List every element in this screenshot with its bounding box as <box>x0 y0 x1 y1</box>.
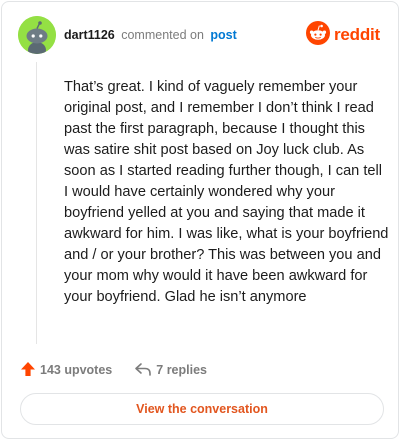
comment-actions: 143 upvotes 7 replies <box>20 360 207 380</box>
comment-text: That’s great. I kind of vaguely remember… <box>64 79 389 305</box>
thread-line <box>36 62 37 344</box>
comment-header: dart1126 commented on post reddit <box>18 16 384 56</box>
upvote-count: 143 upvotes <box>40 363 113 377</box>
replies-button[interactable]: 7 replies <box>134 361 207 380</box>
upvote-button[interactable]: 143 upvotes <box>20 361 112 380</box>
snoo-avatar-icon[interactable] <box>18 16 56 54</box>
reply-arrow-icon <box>134 361 156 380</box>
username-link[interactable]: dart1126 <box>64 28 115 42</box>
byline-action-text: commented on <box>121 28 204 42</box>
view-conversation-button[interactable]: View the conversation <box>20 393 384 425</box>
post-link[interactable]: post <box>210 28 236 42</box>
reddit-wordmark: reddit <box>333 25 380 44</box>
comment-card: dart1126 commented on post reddit That’s… <box>1 1 399 439</box>
reddit-brand[interactable]: reddit <box>305 20 380 50</box>
upvote-arrow-icon <box>20 361 40 380</box>
reply-count: 7 replies <box>156 363 207 377</box>
reddit-logo-icon <box>305 20 330 50</box>
comment-byline: dart1126 commented on post <box>64 27 237 43</box>
